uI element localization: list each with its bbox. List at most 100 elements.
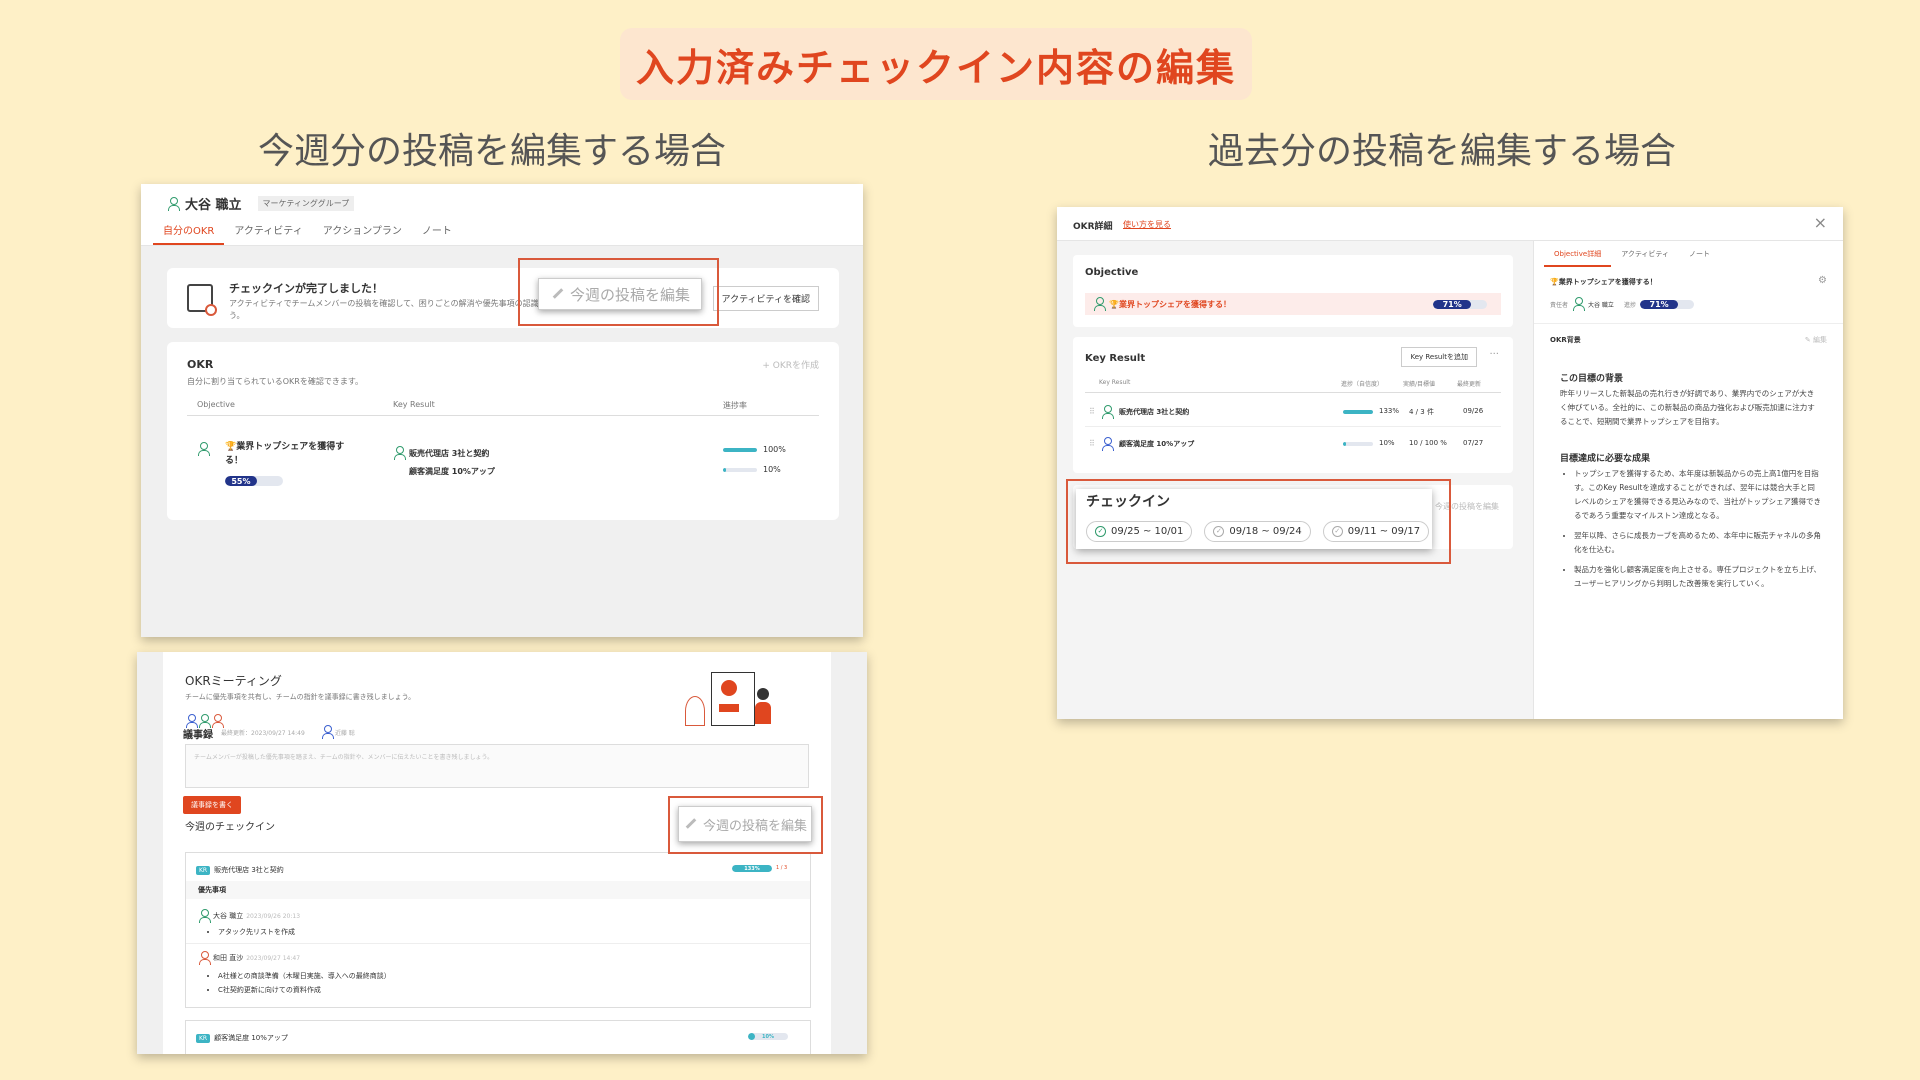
meeting-desc: チームに優先事項を共有し、チームの指針を議事録に書き残しましょう。 (185, 693, 416, 701)
checkin-popout: チェックイン ✓ 09/25 ~ 10/01 ✓ 09/18 ~ 09/24 ✓… (1076, 489, 1432, 549)
kr-row[interactable]: ⠿ 顧客満足度 10%アップ 10% 10 / 100 % 07/27 (1085, 429, 1501, 459)
minutes-input[interactable]: チームメンバーが投稿した優先事項を踏まえ、チームの指針や、メンバーに伝えたいこと… (185, 744, 809, 788)
tab-objective-detail[interactable]: Objective詳細 (1544, 243, 1612, 267)
kr1-header: KR 販売代理店 3社と契約 (196, 865, 284, 875)
priority-label: 優先事項 (186, 881, 810, 899)
objective-text: 🏆業界トップシェアを獲得する！ (1109, 299, 1231, 309)
checkin-label: チェックイン (1086, 494, 1170, 510)
kr1-progress: 100% (763, 445, 786, 454)
add-kr-button[interactable]: Key Resultを追加 (1401, 347, 1477, 367)
okr-table-header: Objective Key Result 進捗率 (187, 396, 819, 416)
minutes-author: 近藤 聡 (321, 725, 355, 739)
check-icon: ✓ (1095, 526, 1106, 537)
result-item: トップシェアを獲得するため、本年度は新製品からの売上高1億円を目指す。このKey… (1574, 467, 1822, 523)
objective-avatar (197, 442, 210, 456)
pencil-icon (683, 817, 697, 831)
tab-note[interactable]: ノート (1679, 243, 1720, 267)
more-icon[interactable]: ··· (1489, 349, 1499, 360)
kr1-checkin-block: KR 販売代理店 3社と契約 133% 1 / 3 優先事項 大谷 職立 202… (185, 852, 811, 1008)
tab-my-okr[interactable]: 自分のOKR (153, 216, 225, 245)
post2-items: A社様との商談準備（木曜日実施、導入への最終商談） C社契約更新に向けての資料作… (210, 969, 391, 997)
check-icon: ✓ (1213, 526, 1225, 537)
bg-heading: この目標の背景 (1560, 374, 1624, 384)
meeting-title: OKRミーティング (185, 674, 282, 688)
okr-detail-screenshot: OKR詳細 使い方を見る × Objective 🏆業界トップシェアを獲得する！… (1057, 207, 1843, 719)
results-heading: 目標達成に必要な成果 (1560, 454, 1651, 464)
objective-text[interactable]: 🏆業界トップシェアを獲得する！ (225, 440, 355, 468)
kr2-progress-bar (723, 468, 757, 472)
activity-button[interactable]: アクティビティを確認 (712, 286, 819, 311)
kr-section-title: Key Result (1085, 353, 1146, 364)
result-item: 翌年以降、さらに成長カーブを高めるため、本年中に販売チャネルの多角化を仕込む。 (1574, 529, 1822, 557)
okr-tabs: 自分のOKR アクティビティ アクションプラン ノート (153, 216, 462, 245)
col-progress: 進捗率 (723, 401, 747, 410)
tab-note[interactable]: ノート (412, 216, 462, 245)
edit-this-week-button-2[interactable]: 今週の投稿を編集 (678, 806, 812, 842)
week-checkin-label: 今週のチェックイン (185, 822, 275, 833)
objective-row[interactable]: 🏆業界トップシェアを獲得する！ 71% (1085, 293, 1501, 315)
kr-row[interactable]: ⠿ 販売代理店 3社と契約 133% 4 / 3 件 09/26 (1085, 397, 1501, 427)
bg-text: 昨年リリースした新製品の売れ行きが好調であり、業界内でのシェアが大きく伸びている… (1560, 389, 1815, 426)
col-kr: Key Result (393, 400, 435, 409)
checkin-desc: アクティビティでチームメンバーの投稿を確認して、困りごとの解消や優先事項の認識 (229, 299, 539, 308)
kr2-name: 顧客満足度 10%アップ (214, 1034, 288, 1042)
kr-row-1[interactable]: 販売代理店 3社と契約 (393, 446, 489, 460)
detail-right: Objective詳細 アクティビティ ノート 🏆業界トップシェアを獲得する！ … (1533, 241, 1843, 719)
clipboard-icon (187, 284, 217, 316)
edit-this-week-label-2: 今週の投稿を編集 (702, 818, 807, 834)
how-to-link[interactable]: 使い方を見る (1123, 219, 1171, 230)
background-label: OKR背景 (1550, 336, 1581, 344)
meeting-illustration (683, 672, 773, 730)
edit-background-button[interactable]: ✎ 編集 (1805, 335, 1827, 345)
drag-handle-icon: ⠿ (1089, 439, 1095, 448)
kr1-count: 1 / 3 (776, 865, 788, 871)
right-progress-bar: 71% (1639, 299, 1694, 309)
objective-progress-label: 55% (231, 476, 251, 486)
tab-activity[interactable]: アクティビティ (224, 216, 312, 245)
okr-header: 大谷 職立 マーケティンググループ 自分のOKR アクティビティ アクションプラ… (141, 184, 863, 246)
owner-row: 責任者 大谷 職立 進捗 71% (1550, 297, 1694, 311)
right-objective-text: 🏆業界トップシェアを獲得する！ (1550, 278, 1657, 286)
checkin-week-chip[interactable]: ✓ 09/11 ~ 09/17 (1322, 521, 1430, 542)
post2-item: C社契約更新に向けての資料作成 (218, 983, 391, 997)
my-okr-screenshot: 大谷 職立 マーケティンググループ 自分のOKR アクティビティ アクションプラ… (141, 184, 863, 637)
user-name: 大谷 職立 (185, 198, 242, 213)
detail-title: OKR詳細 (1073, 222, 1113, 232)
kr-row-2[interactable]: 顧客満足度 10%アップ (409, 466, 495, 477)
minutes-meta: 最終更新：2023/09/27 14:49 (221, 730, 305, 737)
kr1-progress: 133% (744, 865, 760, 872)
edit-this-week-button[interactable]: 今週の投稿を編集 (538, 278, 702, 310)
pencil-icon (550, 287, 564, 301)
kr-table-header: Key Result 進捗（自信度） 実績/目標値 最終更新 (1085, 377, 1501, 393)
slide-title: 入力済みチェックイン内容の編集 (620, 28, 1252, 100)
detail-header: OKR詳細 使い方を見る × (1057, 207, 1843, 241)
close-icon[interactable]: × (1814, 213, 1827, 232)
kr1-progress-bar (723, 448, 757, 452)
kr2-progress-bar: 10% (748, 1033, 788, 1040)
okr-title: OKR (187, 358, 214, 371)
kr1-badge: KR (196, 865, 211, 875)
tab-activity[interactable]: アクティビティ (1611, 243, 1679, 267)
checkin-week-chip[interactable]: ✓ 09/18 ~ 09/24 (1204, 521, 1311, 542)
kr2-progress: 10% (762, 1033, 774, 1040)
checkin-title: チェックインが完了しました！ (229, 282, 383, 295)
checkin-week-chip[interactable]: ✓ 09/25 ~ 10/01 (1086, 521, 1193, 542)
results-list: トップシェアを獲得するため、本年度は新製品からの売上高1億円を目指す。このKey… (1560, 467, 1822, 591)
group-badge: マーケティンググループ (257, 196, 355, 211)
right-tabs: Objective詳細 アクティビティ ノート (1544, 243, 1720, 267)
gear-icon[interactable]: ⚙ (1818, 275, 1827, 286)
kr2-progress: 10% (763, 465, 781, 474)
edit-this-week-label: 今週の投稿を編集 (569, 285, 690, 304)
tab-action-plan[interactable]: アクションプラン (313, 216, 412, 245)
kr-name: 販売代理店 3社と契約 (409, 448, 490, 458)
drag-handle-icon: ⠿ (1089, 407, 1095, 416)
result-item: 製品力を強化し顧客満足度を向上させる。専任プロジェクトを立ち上げ、ユーザーヒアリ… (1574, 563, 1822, 591)
kr-avatar (393, 446, 406, 460)
kr-card: Key Result Key Resultを追加 ··· Key Result … (1073, 337, 1513, 473)
kr2-header: KR 顧客満足度 10%アップ (196, 1033, 288, 1043)
kr2-badge: KR (196, 1033, 211, 1043)
create-okr-link[interactable]: + OKRを作成 (762, 358, 819, 371)
post1-items: アタック先リストを作成 (210, 927, 295, 937)
objective-progress-bar: 55% (225, 476, 283, 486)
write-minutes-button[interactable]: 議事録を書く (183, 796, 241, 814)
